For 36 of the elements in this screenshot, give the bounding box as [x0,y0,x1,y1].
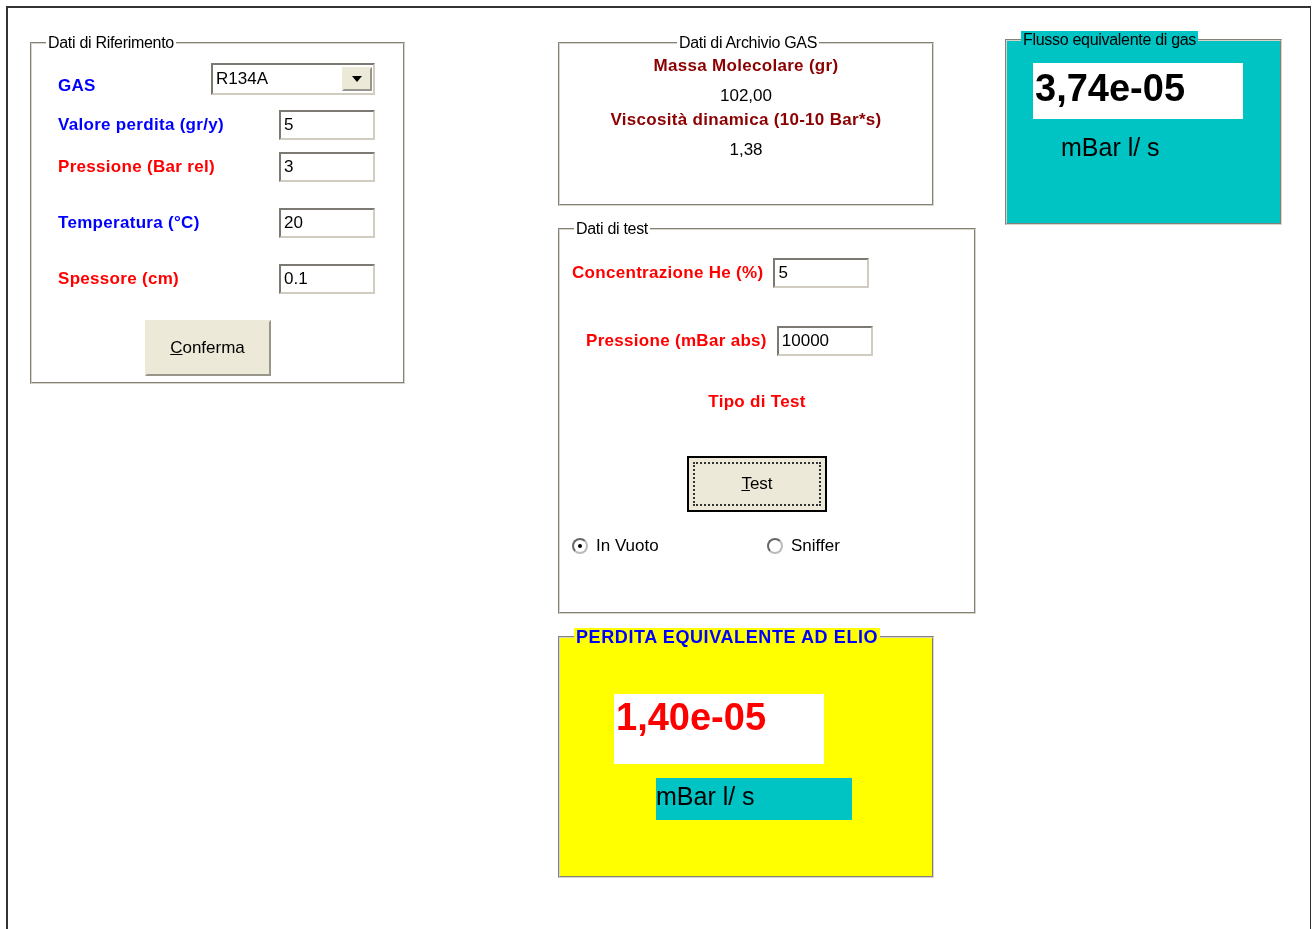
radio-option[interactable]: In Vuoto [572,536,767,556]
section-label: Tipo di Test [707,392,807,412]
field-label: Pressione (Bar rel) [58,157,215,177]
panel-title: Flusso equivalente di gas [1021,31,1199,49]
field-label: Temperatura (°C) [58,213,200,233]
panel-title: PERDITA EQUIVALENTE AD ELIO [574,628,881,646]
radio-button[interactable] [572,538,588,554]
property-value: 1,38 [728,140,764,160]
unit-label: mBar l/ s [656,778,852,820]
group-title: Dati di Archivio GAS [677,34,819,52]
input-field[interactable]: 5 [279,110,375,140]
field-label: GAS [58,76,96,96]
result-value: 1,40e-05 [614,694,824,764]
property-label: Viscosità dinamica (10-10 Bar*s) [609,110,883,130]
field-label: Spessore (cm) [58,269,180,289]
field-label: Valore perdita (gr/y) [58,115,224,135]
test-button[interactable]: Test [687,456,827,512]
group-title: Dati di Riferimento [47,34,175,52]
radio-option[interactable]: Sniffer [767,536,962,556]
radio-button[interactable] [767,538,783,554]
confirm-button[interactable]: Conferma [144,320,271,376]
property-value: 102,00 [719,86,773,106]
field-label: Pressione (mBar abs) [586,331,767,351]
caret-icon [352,76,362,82]
property-label: Massa Molecolare (gr) [652,56,840,76]
unit-label: mBar l/ s [1061,133,1161,162]
gas-dropdown[interactable]: R134A [211,63,375,95]
input-field[interactable]: 10000 [776,326,873,356]
group-title: Dati di test [575,220,649,238]
field-label: Concentrazione He (%) [572,263,764,283]
input-field[interactable]: 20 [279,208,375,238]
dropdown-button[interactable] [342,67,372,91]
input-field[interactable]: 3 [279,152,375,182]
result-value: 3,74e-05 [1033,63,1243,119]
input-field[interactable]: 5 [773,258,870,288]
input-field[interactable]: 0.1 [279,264,375,294]
